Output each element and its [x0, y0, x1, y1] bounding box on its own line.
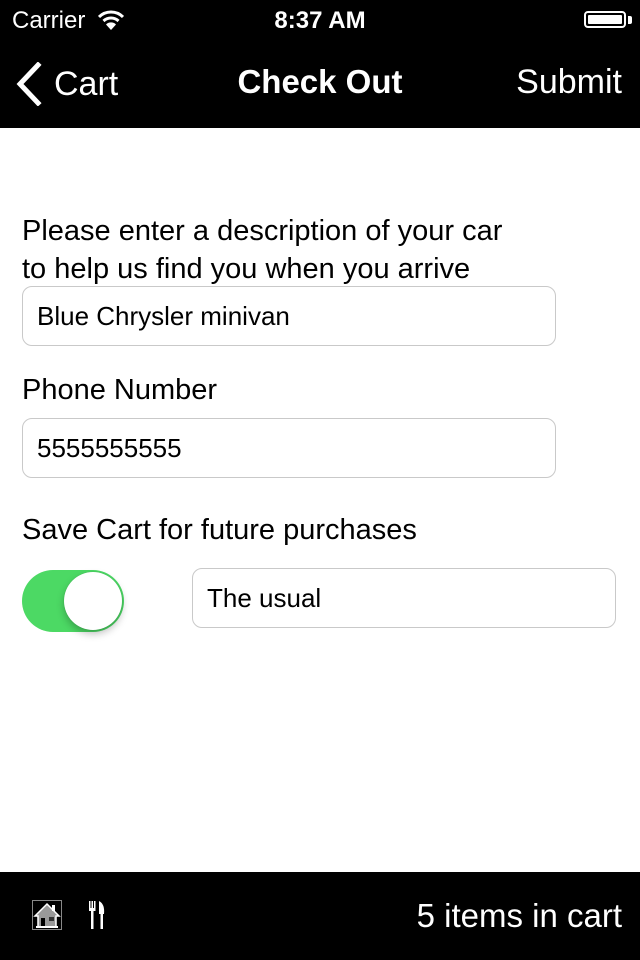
back-button[interactable]: Cart: [16, 60, 118, 108]
saved-cart-name-input[interactable]: [192, 568, 616, 628]
fork-knife-icon[interactable]: [88, 901, 106, 929]
save-cart-label: Save Cart for future purchases: [22, 514, 417, 546]
phone-number-label: Phone Number: [22, 374, 218, 406]
car-description-input[interactable]: [22, 286, 556, 346]
car-description-label: Please enter a description of your car t…: [22, 212, 502, 288]
status-time: 8:37 AM: [274, 7, 366, 34]
battery-icon: [584, 11, 626, 28]
back-button-label: Cart: [54, 64, 119, 103]
home-icon[interactable]: [32, 900, 62, 930]
car-description-label-line1: Please enter a description of your car: [22, 215, 503, 247]
top-bar: Carrier 8:37 AM Cart Check Out Submit: [0, 0, 640, 128]
phone-number-input[interactable]: [22, 418, 556, 478]
battery-tip: [628, 16, 632, 24]
save-cart-toggle[interactable]: [22, 570, 124, 632]
cart-item-count[interactable]: 5 items in cart: [417, 897, 622, 935]
chevron-left-icon: [16, 62, 42, 106]
toggle-knob: [64, 572, 122, 630]
car-description-label-line2: to help us find you when you arrive: [22, 253, 471, 285]
submit-button[interactable]: Submit: [516, 63, 622, 102]
